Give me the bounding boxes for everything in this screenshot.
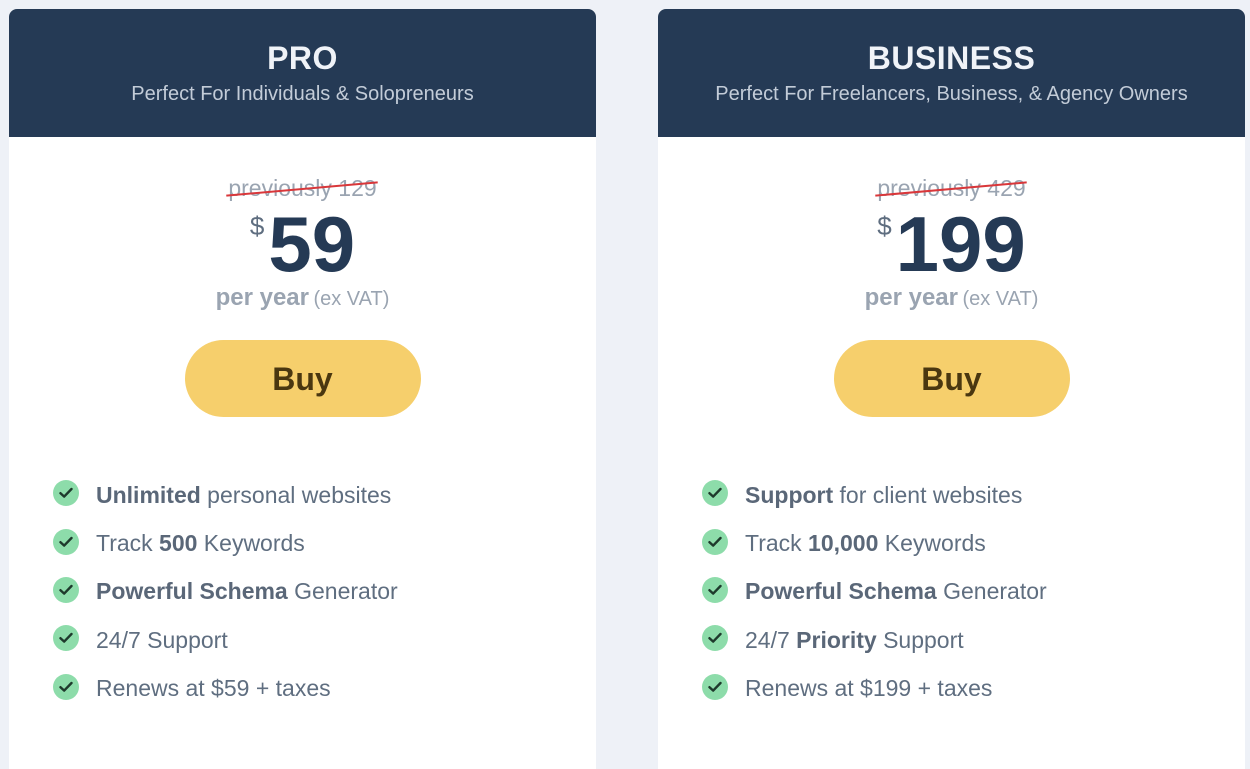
check-circle-icon (53, 480, 79, 507)
price-amount: 199 (895, 200, 1026, 288)
feature-item: 24/7 Support (53, 616, 596, 664)
price: $59 (9, 205, 596, 283)
buy-button-pro[interactable]: Buy (184, 340, 421, 417)
period-label: per year (864, 284, 958, 311)
check-circle-icon (702, 480, 728, 507)
check-circle-icon (702, 625, 728, 652)
feature-text-rest: Support (876, 626, 964, 653)
check-circle-icon (53, 528, 79, 555)
price: $199 (658, 205, 1245, 283)
feature-item: Support for client websites (702, 471, 1245, 519)
feature-highlight: Support (745, 481, 834, 508)
card-header: PRO Perfect For Individuals & Solopreneu… (9, 9, 596, 137)
feature-text: Renews at $59 + taxes (96, 675, 331, 702)
check-circle-icon (53, 576, 79, 603)
feature-text-rest: Renews at $199 + taxes (745, 675, 993, 702)
plan-name: PRO (267, 40, 338, 76)
feature-item: Renews at $199 + taxes (702, 665, 1245, 713)
feature-list: Unlimited personal websites Track 500 Key… (9, 471, 596, 713)
feature-list: Support for client websites Track 10,000 … (658, 471, 1245, 713)
feature-text: Track 500 Keywords (96, 530, 305, 557)
feature-item: Track 10,000 Keywords (702, 519, 1245, 567)
currency-symbol: $ (249, 211, 265, 241)
feature-text-prefix: 24/7 (745, 626, 797, 653)
feature-item: Powerful Schema Generator (702, 568, 1245, 616)
feature-text-rest: personal websites (200, 481, 392, 508)
check-circle-icon (53, 625, 79, 652)
feature-text-rest: 24/7 Support (96, 626, 228, 653)
feature-text: 24/7 Priority Support (745, 627, 964, 654)
feature-text-rest: Generator (287, 578, 398, 605)
feature-highlight: 500 (159, 530, 198, 557)
feature-highlight: 10,000 (808, 530, 879, 557)
check-circle-icon (53, 673, 79, 700)
plan-subtitle: Perfect For Freelancers, Business, & Age… (715, 83, 1188, 105)
feature-text-rest: Renews at $59 + taxes (96, 675, 331, 702)
card-header: BUSINESS Perfect For Freelancers, Busine… (658, 9, 1245, 137)
vat-note: (ex VAT) (313, 288, 390, 310)
feature-text-prefix: Track (745, 530, 809, 557)
feature-highlight: Unlimited (96, 481, 201, 508)
plan-subtitle: Perfect For Individuals & Solopreneurs (131, 83, 474, 105)
vat-note: (ex VAT) (962, 288, 1039, 310)
price-amount: 59 (268, 200, 356, 288)
plan-name: BUSINESS (867, 40, 1036, 76)
period-label: per year (215, 284, 309, 311)
feature-text-rest: Keywords (878, 530, 986, 557)
previous-price: previously 129 (228, 175, 377, 201)
feature-text-rest: Generator (936, 578, 1047, 605)
feature-text: 24/7 Support (96, 627, 228, 654)
currency-symbol: $ (877, 211, 892, 241)
feature-item: Unlimited personal websites (53, 471, 596, 519)
feature-highlight: Priority (796, 626, 877, 653)
feature-text: Unlimited personal websites (96, 482, 391, 509)
feature-item: 24/7 Priority Support (702, 616, 1245, 664)
feature-item: Renews at $59 + taxes (53, 665, 596, 713)
feature-highlight: Powerful Schema (745, 578, 937, 605)
previous-price: previously 429 (877, 175, 1026, 201)
pricing-card-business: BUSINESS Perfect For Freelancers, Busine… (658, 9, 1245, 769)
feature-text: Renews at $199 + taxes (745, 675, 992, 702)
check-circle-icon (702, 528, 728, 555)
feature-text: Powerful Schema Generator (96, 578, 398, 605)
billing-period: per year (ex VAT) (9, 283, 596, 313)
feature-text: Support for client websites (745, 482, 1022, 509)
feature-text-rest: for client websites (833, 481, 1023, 508)
feature-highlight: Powerful Schema (96, 578, 288, 605)
feature-text-prefix: Track (96, 530, 160, 557)
feature-item: Track 500 Keywords (53, 519, 596, 567)
check-circle-icon (702, 673, 728, 700)
check-circle-icon (702, 576, 728, 603)
feature-text-rest: Keywords (197, 530, 305, 557)
feature-text: Track 10,000 Keywords (745, 530, 986, 557)
feature-text: Powerful Schema Generator (745, 578, 1047, 605)
pricing-card-pro: PRO Perfect For Individuals & Solopreneu… (9, 9, 596, 769)
buy-button-business[interactable]: Buy (833, 340, 1070, 417)
feature-item: Powerful Schema Generator (53, 568, 596, 616)
billing-period: per year (ex VAT) (658, 283, 1245, 313)
